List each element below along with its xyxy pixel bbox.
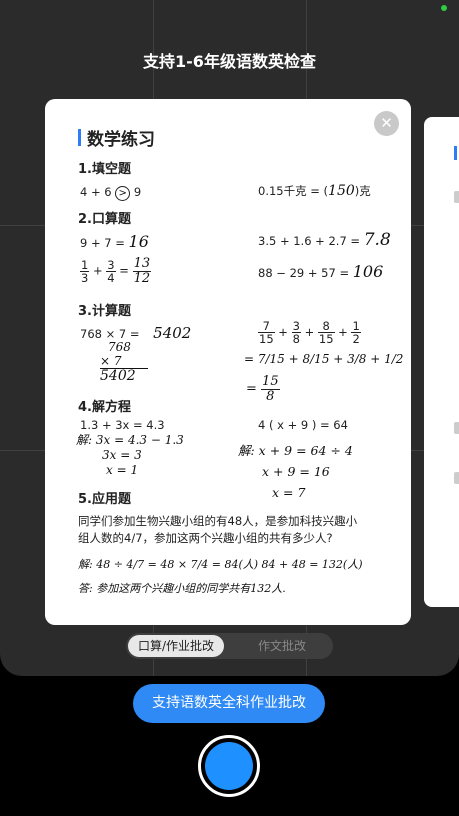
question-text: 768 × 7 = — [80, 327, 140, 341]
work-line: x + 9 = 16 — [262, 464, 330, 479]
work-line: 解: x + 9 = 64 ÷ 4 — [238, 443, 353, 458]
shutter-button[interactable] — [198, 735, 260, 797]
word-problem-text: 同学们参加生物兴趣小组的有48人，是参加科技兴趣小 组人数的4/7，参加这两个兴… — [78, 513, 357, 547]
section-equation: 4.解方程 — [78, 400, 131, 415]
question-oral-3: 13 + 34 = 13 12 — [80, 256, 152, 286]
fraction-denominator: 3 — [81, 270, 89, 285]
work-line: × 7 — [100, 354, 148, 369]
fraction-denominator: 4 — [107, 270, 115, 285]
section-fill-blank: 1.填空题 — [78, 162, 131, 177]
card-title: 数学练习 — [78, 125, 391, 150]
fraction-numerator: 1 — [80, 257, 90, 272]
section-calc: 3.计算题 — [78, 304, 131, 319]
peek-text-mark — [454, 472, 459, 484]
work-line: x = 7 — [272, 485, 306, 500]
handwritten-numerator: 15 — [261, 374, 280, 390]
peek-text-mark — [454, 191, 459, 203]
fraction-denominator: 2 — [352, 332, 360, 347]
card-title-text: 数学练习 — [87, 130, 155, 150]
title-accent-bar — [78, 129, 81, 146]
question-text: 88 − 29 + 57 = — [258, 266, 350, 280]
handwritten-work: 解: 3x = 4.3 − 1.3 3x = 3 x = 1 — [76, 433, 184, 478]
question-text: 9 + 7 = — [80, 236, 125, 250]
status-indicator-dot — [441, 5, 447, 11]
handwritten-work: 解: x + 9 = 64 ÷ 4 x + 9 = 16 x = 7 — [238, 440, 353, 503]
handwritten-answer: 5402 — [153, 324, 192, 342]
handwritten-work: 768 × 7 5402 — [100, 340, 148, 383]
handwritten-numerator: 13 — [132, 256, 152, 272]
handwritten-work: = 7/15 + 8/15 + 3/8 + 1/2 — [244, 352, 404, 366]
work-line: 3x = 3 — [102, 448, 142, 462]
handwritten-denominator: 8 — [266, 388, 275, 404]
operator: + — [304, 325, 315, 340]
question-text: 3.5 + 1.6 + 2.7 = — [258, 234, 361, 248]
peek-text-mark — [454, 422, 459, 434]
handwritten-answer: 16 — [128, 232, 149, 251]
question-oral-4: 88 − 29 + 57 = 106 — [258, 262, 383, 281]
work-line: x = 1 — [106, 463, 139, 477]
tab-essay-correction[interactable]: 作文批改 — [234, 635, 330, 657]
operator: = — [246, 381, 257, 397]
peek-title-bar — [454, 146, 457, 160]
problem-line: 组人数的4/7，参加这两个兴趣小组的共有多少人? — [78, 531, 333, 545]
question-text: 9 — [133, 185, 142, 199]
question-equation-2: 4 ( x + 9 ) = 64 — [258, 418, 348, 432]
section-word-problem: 5.应用题 — [78, 492, 131, 507]
handwritten-denominator: 12 — [133, 270, 151, 286]
operator: + — [278, 325, 288, 340]
work-line: 解: 3x = 4.3 − 1.3 — [76, 433, 184, 447]
question-fill-1: 4 + 6 > 9 — [80, 185, 141, 201]
question-oral-2: 3.5 + 1.6 + 2.7 = 7.8 — [258, 230, 391, 250]
handwritten-solution: 解: 48 ÷ 4/7 = 48 × 7/4 = 84(人) 84 + 48 =… — [78, 558, 363, 571]
handwritten-answer: 7.8 — [363, 230, 391, 250]
shutter-button-inner — [205, 742, 253, 790]
work-line: 5402 — [100, 368, 136, 384]
handwritten-answer: 150 — [328, 183, 355, 199]
handwritten-answer: > — [115, 186, 131, 201]
question-text: 0.15千克 = ( — [258, 184, 329, 198]
camera-viewfinder: 支持1-6年级语数英检查 ✕ 数学练习 1.填空题 2.口算题 3.计算题 4.… — [0, 0, 459, 676]
operator: = — [119, 263, 129, 278]
question-text: )克 — [354, 184, 371, 198]
work-line: 768 — [108, 340, 131, 354]
support-subjects-button[interactable]: 支持语数英全科作业批改 — [133, 684, 325, 723]
problem-line: 同学们参加生物兴趣小组的有48人，是参加科技兴趣小 — [78, 514, 358, 528]
question-text: 4 + 6 — [80, 185, 112, 199]
next-sample-card[interactable] — [424, 117, 459, 607]
fraction-numerator: 3 — [106, 257, 116, 272]
handwritten-work: = 15 8 — [246, 375, 280, 403]
fraction-denominator: 15 — [259, 332, 274, 347]
question-equation-1: 1.3 + 3x = 4.3 — [80, 418, 165, 432]
operator: + — [92, 263, 103, 278]
question-fill-2: 0.15千克 = (150)克 — [258, 183, 371, 199]
close-icon[interactable]: ✕ — [374, 111, 399, 136]
handwritten-answer-sentence: 答: 参加这两个兴趣小组的同学共有132人. — [78, 582, 286, 595]
question-calc-2: 7 15 + 38 + 8 15 + 12 — [258, 320, 361, 345]
section-oral: 2.口算题 — [78, 212, 131, 227]
tab-homework-correction[interactable]: 口算/作业批改 — [128, 635, 224, 657]
fraction-denominator: 15 — [318, 332, 334, 347]
fraction-denominator: 8 — [292, 332, 300, 347]
page-title: 支持1-6年级语数英检查 — [143, 52, 316, 71]
handwritten-answer: 106 — [352, 262, 384, 281]
operator: + — [338, 325, 348, 340]
question-oral-1: 9 + 7 = 16 — [80, 232, 149, 251]
mode-toggle: 口算/作业批改 作文批改 — [126, 633, 333, 659]
